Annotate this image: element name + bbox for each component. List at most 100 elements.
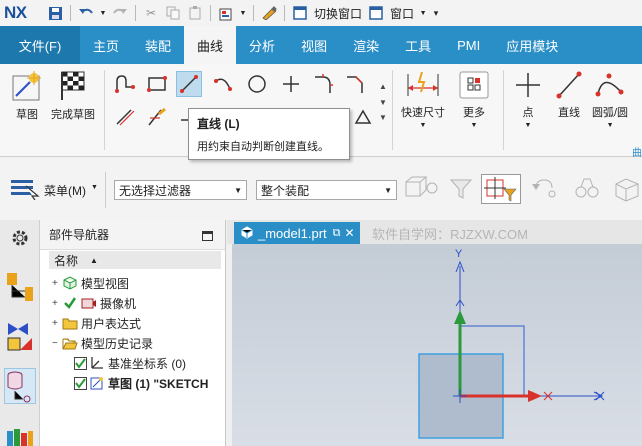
type-filter-value: 无选择过滤器 [119,183,192,198]
pin-icon[interactable]: ⧉ [333,227,341,240]
tab-file[interactable]: 文件(F) [0,26,80,64]
switch-window-icon[interactable] [291,4,309,22]
tab-assembly[interactable]: 装配 [132,26,184,64]
trim-icon[interactable] [144,104,170,130]
point-button[interactable]: 点 ▼ [514,70,542,129]
tree-item-model-views[interactable]: + 模型视图 [52,273,129,293]
quick-access-toolbar: NX ▼ ✂ ▼ 切换窗口 窗口 ▼ ▾ [0,0,642,26]
tab-tools[interactable]: 工具 [392,26,444,64]
cut-icon[interactable]: ✂ [142,4,160,22]
tree-item-user-expressions[interactable]: + 用户表达式 [52,313,141,333]
point-icon [516,73,540,97]
tree-item-label: 基准坐标系 (0) [108,356,187,371]
menu-button[interactable]: 菜单(M) [44,182,86,199]
triangle-constraint-icon[interactable] [350,104,376,130]
tab-applications[interactable]: 应用模块 [493,26,571,64]
paste-icon[interactable] [186,4,204,22]
circle-icon[interactable] [244,71,270,97]
menu-dropdown-icon[interactable]: ▼ [91,184,98,191]
view-cube-icon[interactable] [612,176,642,205]
quick-dimension-dropdown-icon[interactable]: ▼ [420,122,427,129]
finish-sketch-button[interactable]: 完成草图 [51,70,95,122]
csys-scene [418,260,605,439]
column-header-name[interactable]: 名称 ▲ [49,251,221,269]
quick-dimension-label: 快速尺寸 [401,107,445,119]
fillet-icon[interactable] [310,71,336,97]
tab-pmi[interactable]: PMI [444,26,493,64]
point-cross-icon[interactable] [278,71,304,97]
undo-icon[interactable] [77,4,95,22]
profile-icon[interactable] [112,71,138,97]
snap-point-filter-icon[interactable] [481,174,521,204]
expand-icon[interactable]: + [52,278,62,289]
tab-model1-prt[interactable]: _model1.prt ⧉ ✕ [234,222,360,244]
window-menu-dropdown-icon[interactable]: ▼ [419,4,427,22]
tree-item-sketch[interactable]: 草图 (1) "SKETCH [74,373,208,393]
settings-gear-icon[interactable] [4,220,36,256]
reuse-library-icon[interactable] [4,418,36,446]
rectangle-icon[interactable] [144,71,170,97]
undo-dropdown-icon[interactable]: ▼ [99,4,107,22]
filter-funnel-icon[interactable] [448,176,478,205]
assembly-navigator-icon[interactable] [4,268,36,304]
repeat-command-icon[interactable] [217,4,235,22]
more-icon [459,71,489,99]
binocular-icon[interactable] [572,176,602,205]
more-dropdown-icon[interactable]: ▼ [471,122,478,129]
gallery-scroll-up-icon[interactable]: ▲ [379,82,387,91]
save-icon[interactable] [46,4,64,22]
expand-icon[interactable]: + [52,318,62,329]
copy-icon[interactable] [164,4,182,22]
visibility-checkbox[interactable] [74,356,87,370]
arc-circle-button[interactable]: 圆弧/圆 ▼ [592,70,628,129]
graphics-viewport[interactable]: Y [232,244,642,446]
line-tool-icon[interactable] [176,71,202,97]
line-button[interactable]: 直线 [555,70,583,120]
expand-icon[interactable]: + [52,298,62,309]
menu-icon[interactable] [10,178,40,203]
arc-icon[interactable] [210,71,236,97]
point-dropdown-icon[interactable]: ▼ [525,122,532,129]
visibility-checkbox[interactable] [74,376,87,390]
model-view-icon [62,275,78,291]
touch-mode-icon[interactable] [260,4,278,22]
selection-scope-select[interactable]: 整个装配 ▼ [256,180,397,200]
rotate-selection-icon[interactable] [530,176,560,205]
tab-view[interactable]: 视图 [288,26,340,64]
gallery-scroll-down-icon[interactable]: ▼ [379,98,387,107]
tree-item-cameras[interactable]: + 摄像机 [52,293,136,313]
close-icon[interactable]: ✕ [345,226,355,240]
repeat-command-dropdown-icon[interactable]: ▼ [239,4,247,22]
part-navigator-icon[interactable] [4,368,36,404]
arc-circle-dropdown-icon[interactable]: ▼ [607,122,614,129]
redo-icon[interactable] [111,4,129,22]
tab-curve[interactable]: 曲线 [184,26,237,64]
gallery-more-icon[interactable]: ▼ [379,113,387,122]
window-icon[interactable] [367,4,385,22]
general-selection-icon[interactable] [404,176,440,205]
sketch-button[interactable]: 草图 [10,70,44,122]
constraint-navigator-icon[interactable] [4,318,36,354]
separator [253,5,254,21]
window-menu-button[interactable]: 窗口 [390,5,414,22]
ribbon-group-label: 曲 [632,148,642,159]
offset-curve-icon[interactable] [112,104,138,130]
separator [392,70,393,150]
more-button[interactable]: 更多 ▼ [457,70,491,129]
quick-dimension-button[interactable]: 快速尺寸 ▼ [400,70,446,129]
customize-qat-icon[interactable]: ▾ [431,4,441,22]
ribbon-tab-bar: 文件(F) 主页 装配 曲线 分析 视图 渲染 工具 PMI 应用模块 [0,26,642,64]
tab-render[interactable]: 渲染 [340,26,392,64]
chevron-down-icon: ▼ [234,185,242,195]
y-axis-label: Y [455,248,463,260]
switch-window-button[interactable]: 切换窗口 [314,5,362,22]
tab-analysis[interactable]: 分析 [236,26,288,64]
collapse-icon[interactable]: − [52,338,62,349]
tab-home[interactable]: 主页 [80,26,132,64]
tree-item-datum-csys[interactable]: 基准坐标系 (0) [74,353,186,373]
sketch-label: 草图 [16,109,38,121]
type-filter-select[interactable]: 无选择过滤器 ▼ [114,180,247,200]
tree-item-model-history[interactable]: − 模型历史记录 [52,333,153,353]
maximize-icon[interactable] [202,231,213,241]
chamfer-icon[interactable] [342,71,368,97]
